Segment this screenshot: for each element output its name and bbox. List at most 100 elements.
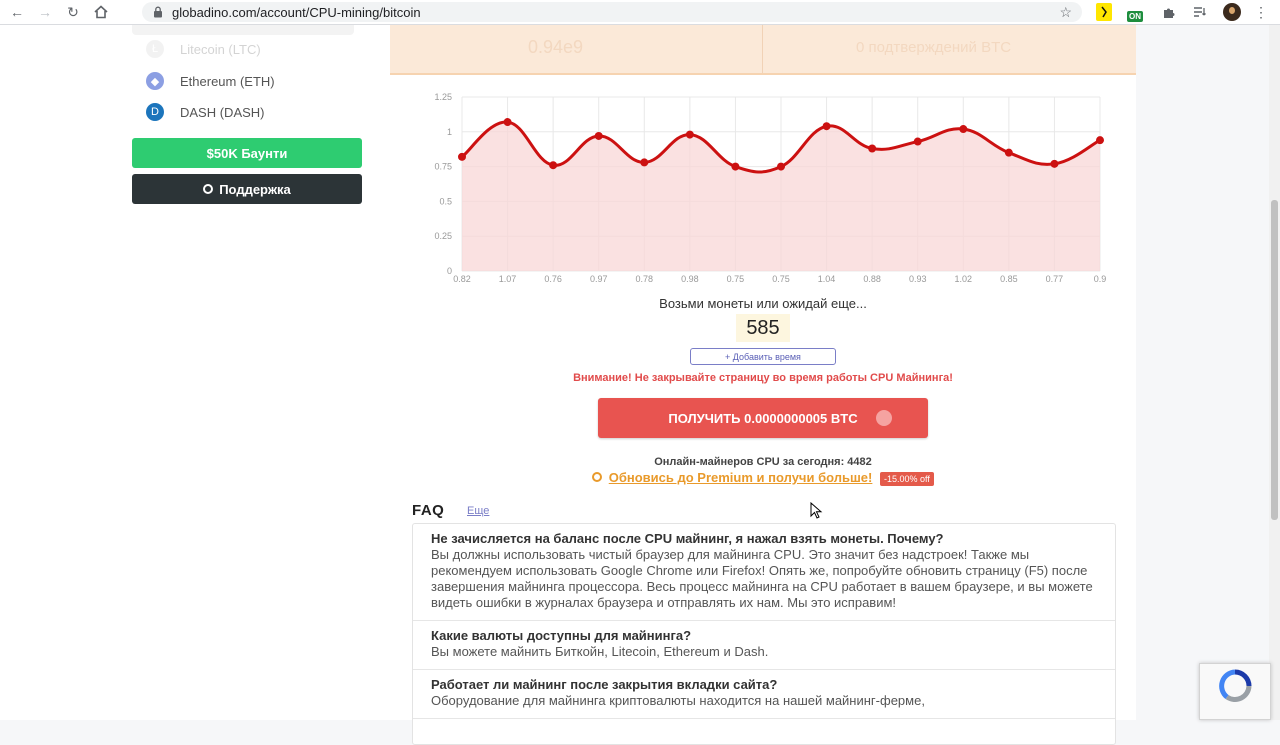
chart-y-tick-label: 0 (447, 266, 452, 276)
chart-point (458, 152, 466, 161)
back-icon[interactable]: ← (6, 1, 28, 23)
chart-x-tick-label: 0.88 (863, 274, 881, 284)
main-panel: 0.94e9 0 подтверждений BTC 0 0.25 0.5 0.75 1… (390, 25, 1136, 745)
chart-point (777, 162, 785, 171)
claim-status-dot (876, 410, 892, 426)
url-text: globadino.com/account/CPU-mining/bitcoin (172, 4, 421, 20)
reading-list-icon[interactable] (1192, 3, 1208, 21)
countdown-timer: 585 (736, 314, 790, 342)
chart-x-tick-label: 0.9 (1094, 274, 1107, 284)
faq-item[interactable]: Не зачисляется на баланс после CPU майни… (413, 524, 1115, 621)
forward-icon[interactable]: → (34, 1, 56, 23)
sidebar-coin-label: Ethereum (ETH) (180, 73, 275, 89)
extension-yellow-icon[interactable] (1096, 3, 1112, 21)
support-lifebuoy-icon (203, 184, 214, 194)
chart-x-tick-label: 0.76 (544, 274, 562, 284)
faq-item[interactable]: Работает ли майнинг после закрытия вклад… (413, 670, 1115, 719)
chart-x-tick-label: 1.02 (955, 274, 973, 284)
sidebar: Ł Litecoin (LTC) ◆ Ethereum (ETH) D DASH… (0, 25, 390, 720)
chart-x-tick-label: 0.98 (681, 274, 699, 284)
claim-coins-button[interactable]: ПОЛУЧИТЬ 0.0000000005 BTC (598, 398, 928, 438)
address-bar[interactable]: globadino.com/account/CPU-mining/bitcoin… (142, 2, 1082, 22)
home-icon[interactable] (90, 1, 112, 23)
chart-x-tick-label: 0.97 (590, 274, 608, 284)
chart-x-tick-label: 0.75 (772, 274, 790, 284)
chart-point (913, 137, 922, 146)
chart-x-tick-label: 1.04 (818, 274, 836, 284)
extension-on-icon[interactable]: ON (1124, 3, 1146, 22)
sidebar-coin-label: Litecoin (LTC) (180, 41, 261, 57)
premium-icon (592, 472, 603, 482)
confirmations-value: 0 подтверждений BTC (856, 39, 1012, 56)
chart-point (640, 158, 649, 167)
online-miners-text: Онлайн-майнеров CPU за сегодня: 4482 (654, 456, 872, 468)
sidebar-item-partial (132, 25, 354, 35)
discount-badge: -15.00% off (880, 471, 934, 486)
faq-question: Какие валюты доступны для майнинга? (431, 628, 692, 643)
faq-answer: Вы можете майнить Биткойн, Litecoin, Eth… (431, 644, 769, 659)
chart-point (959, 125, 968, 134)
chart-point (503, 118, 512, 127)
chart-y-tick-label: 0.5 (439, 196, 452, 206)
faq-more-link[interactable]: Еще (467, 505, 489, 517)
chart-point (731, 162, 740, 171)
premium-row: Обновись до Premium и получи больше! -15… (390, 470, 1136, 486)
chart-x-tick-label: 0.77 (1046, 274, 1064, 284)
sidebar-coin-label: DASH (DASH) (180, 104, 265, 120)
extension-on-badge: ON (1127, 10, 1143, 22)
support-button[interactable]: Поддержка (132, 174, 362, 204)
support-button-label: Поддержка (219, 181, 291, 197)
faq-item[interactable]: Какие валюты доступны для майнинга? Вы м… (413, 621, 1115, 670)
reload-icon[interactable]: ↻ (62, 1, 84, 23)
faq-list: Не зачисляется на баланс после CPU майни… (412, 523, 1116, 745)
premium-upgrade-link[interactable]: Обновись до Premium и получи больше! (609, 470, 873, 485)
chart-y-ticks: 0 0.25 0.5 0.75 1 1.25 (434, 92, 452, 276)
lock-icon[interactable] (152, 6, 164, 18)
bookmark-star-icon[interactable]: ☆ (1059, 4, 1072, 21)
chart-x-tick-label: 1.07 (499, 274, 517, 284)
litecoin-icon: Ł (146, 40, 164, 58)
chart-y-tick-label: 1.25 (434, 92, 452, 102)
chart-y-tick-label: 0.75 (434, 162, 452, 172)
collect-prompt: Возьми монеты или ожидай еще... (659, 296, 867, 311)
recaptcha-logo-icon (1219, 669, 1252, 703)
chart-y-tick-label: 0.25 (434, 231, 452, 241)
chart-point (868, 144, 877, 153)
chart-point (1050, 159, 1059, 168)
add-time-button[interactable]: + Добавить время (690, 348, 836, 365)
faq-heading: FAQ (412, 502, 445, 519)
sidebar-coin-ethereum[interactable]: ◆ Ethereum (ETH) (146, 70, 275, 92)
chart-x-tick-label: 0.78 (636, 274, 654, 284)
mouse-cursor-icon (810, 502, 823, 519)
scrollbar-thumb[interactable] (1271, 200, 1278, 520)
profile-avatar[interactable] (1222, 3, 1242, 21)
chart-x-tick-label: 0.93 (909, 274, 927, 284)
bounty-button[interactable]: $50K Баунти (132, 138, 362, 168)
faq-answer: Оборудование для майнинга криптовалюты н… (431, 693, 925, 708)
chart-x-tick-label: 0.85 (1000, 274, 1018, 284)
stats-divider (762, 25, 763, 73)
chart-point (1096, 136, 1104, 145)
chart-point (685, 130, 694, 139)
hashrate-chart: 0 0.25 0.5 0.75 1 1.25 0.82 1.07 0.76 0.97 0.78 0.… (434, 92, 1106, 284)
ethereum-icon: ◆ (146, 72, 164, 90)
chart-point (1004, 148, 1013, 157)
chart-x-tick-label: 0.82 (453, 274, 471, 284)
faq-question: Работает ли майнинг после закрытия вклад… (431, 677, 778, 692)
stats-strip: 0.94e9 0 подтверждений BTC (390, 25, 1136, 75)
chart-point (822, 122, 831, 131)
browser-menu-icon[interactable]: ⋮ (1254, 3, 1268, 21)
faq-answer: Вы должны использовать чистый браузер дл… (431, 547, 1093, 610)
chart-x-ticks: 0.82 1.07 0.76 0.97 0.78 0.98 0.75 0.75 1.04 0.88… (453, 274, 1106, 284)
warning-text: Внимание! Не закрывайте страницу во врем… (573, 372, 953, 384)
browser-toolbar: ← → ↻ globadino.com/account/CPU-mining/b… (0, 0, 1280, 25)
sidebar-coin-dash[interactable]: D DASH (DASH) (146, 101, 265, 123)
faq-question: Не зачисляется на баланс после CPU майни… (431, 531, 944, 546)
recaptcha-badge[interactable] (1199, 663, 1271, 720)
chart-point (594, 131, 603, 140)
page-scrollbar[interactable] (1269, 25, 1280, 720)
puzzle-extensions-icon[interactable] (1160, 3, 1176, 21)
sidebar-coin-litecoin[interactable]: Ł Litecoin (LTC) (146, 38, 261, 60)
claim-button-label: ПОЛУЧИТЬ 0.0000000005 BTC (668, 410, 858, 426)
chart-y-tick-label: 1 (447, 127, 452, 137)
